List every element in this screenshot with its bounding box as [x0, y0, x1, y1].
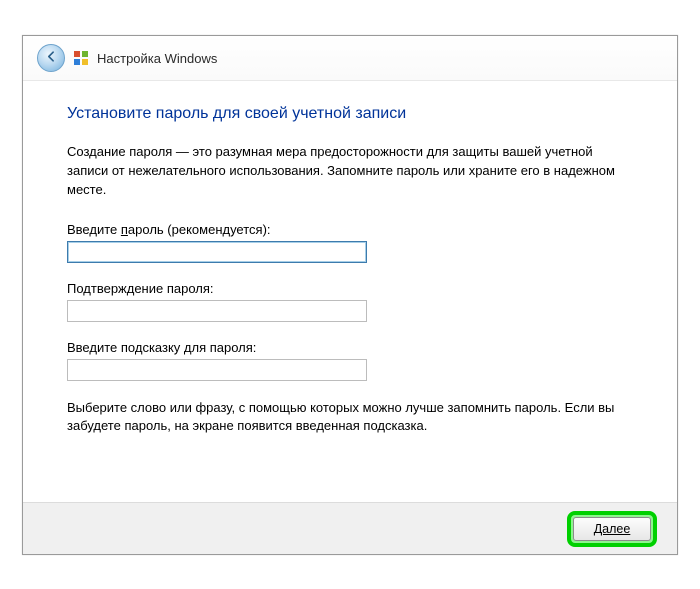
page-description: Создание пароля — это разумная мера пред… [67, 143, 633, 200]
page-title: Установите пароль для своей учетной запи… [67, 105, 633, 123]
password-input[interactable] [67, 241, 367, 263]
back-arrow-icon [45, 50, 58, 66]
header-title: Настройка Windows [97, 51, 217, 66]
windows-flag-icon [73, 50, 89, 66]
password-label: Введите пароль (рекомендуется): [67, 222, 633, 237]
hint-description: Выберите слово или фразу, с помощью кото… [67, 399, 633, 437]
confirm-label: Подтверждение пароля: [67, 281, 633, 296]
content-area: Установите пароль для своей учетной запи… [23, 81, 677, 446]
next-button-highlight: Далее [567, 511, 657, 547]
setup-window: Настройка Windows Установите пароль для … [22, 35, 678, 555]
confirm-field-row: Подтверждение пароля: [67, 281, 633, 322]
confirm-password-input[interactable] [67, 300, 367, 322]
hint-field-row: Введите подсказку для пароля: [67, 340, 633, 381]
footer-bar: Далее [23, 502, 677, 554]
hint-label: Введите подсказку для пароля: [67, 340, 633, 355]
next-button[interactable]: Далее [573, 517, 651, 541]
back-button[interactable] [37, 44, 65, 72]
header-bar: Настройка Windows [23, 36, 677, 81]
password-field-row: Введите пароль (рекомендуется): [67, 222, 633, 263]
hint-input[interactable] [67, 359, 367, 381]
